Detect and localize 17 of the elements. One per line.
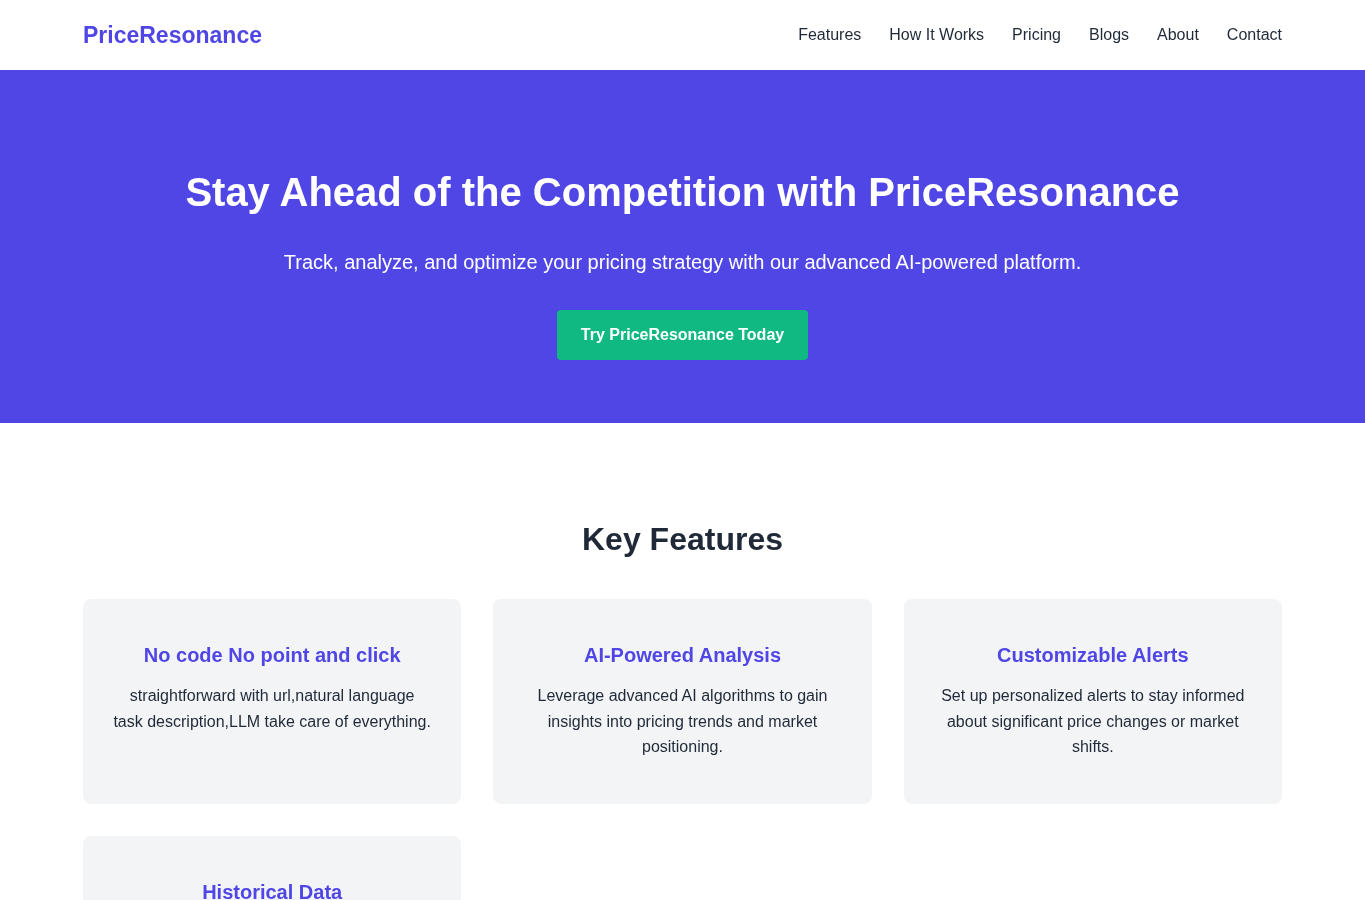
feature-title: Customizable Alerts: [996, 643, 1190, 668]
nav-link[interactable]: Features: [798, 26, 862, 44]
feature-title: No code No point and click: [142, 643, 402, 668]
feature-title: AI-Powered Analysis: [582, 643, 783, 668]
hero-title: Stay Ahead of the Competition with PriceResonance: [184, 169, 1181, 216]
nav-link[interactable]: Contact: [1226, 26, 1282, 44]
nav-link[interactable]: Blogs: [1089, 26, 1130, 44]
nav-link[interactable]: About: [1157, 26, 1199, 44]
feature-description: straightforward with url,natural language task description,LLM take care of everything.: [113, 686, 432, 732]
feature-title: Historical Data: [201, 880, 344, 900]
hero-subtitle: Track, analyze, and optimize your pricing strategy with our advanced AI-powered platform.: [282, 250, 1083, 275]
brand-logo-link[interactable]: PriceResonance: [83, 21, 262, 49]
section-heading: Key Features: [581, 520, 784, 559]
nav-link[interactable]: Pricing: [1012, 26, 1061, 44]
feature-description: Set up personalized alerts to stay informed about significant price changes or market shifts.: [940, 686, 1246, 758]
nav-link[interactable]: How It Works: [889, 26, 985, 44]
feature-description: Leverage advanced AI algorithms to gain insights into pricing trends and market positioning.: [536, 686, 829, 758]
